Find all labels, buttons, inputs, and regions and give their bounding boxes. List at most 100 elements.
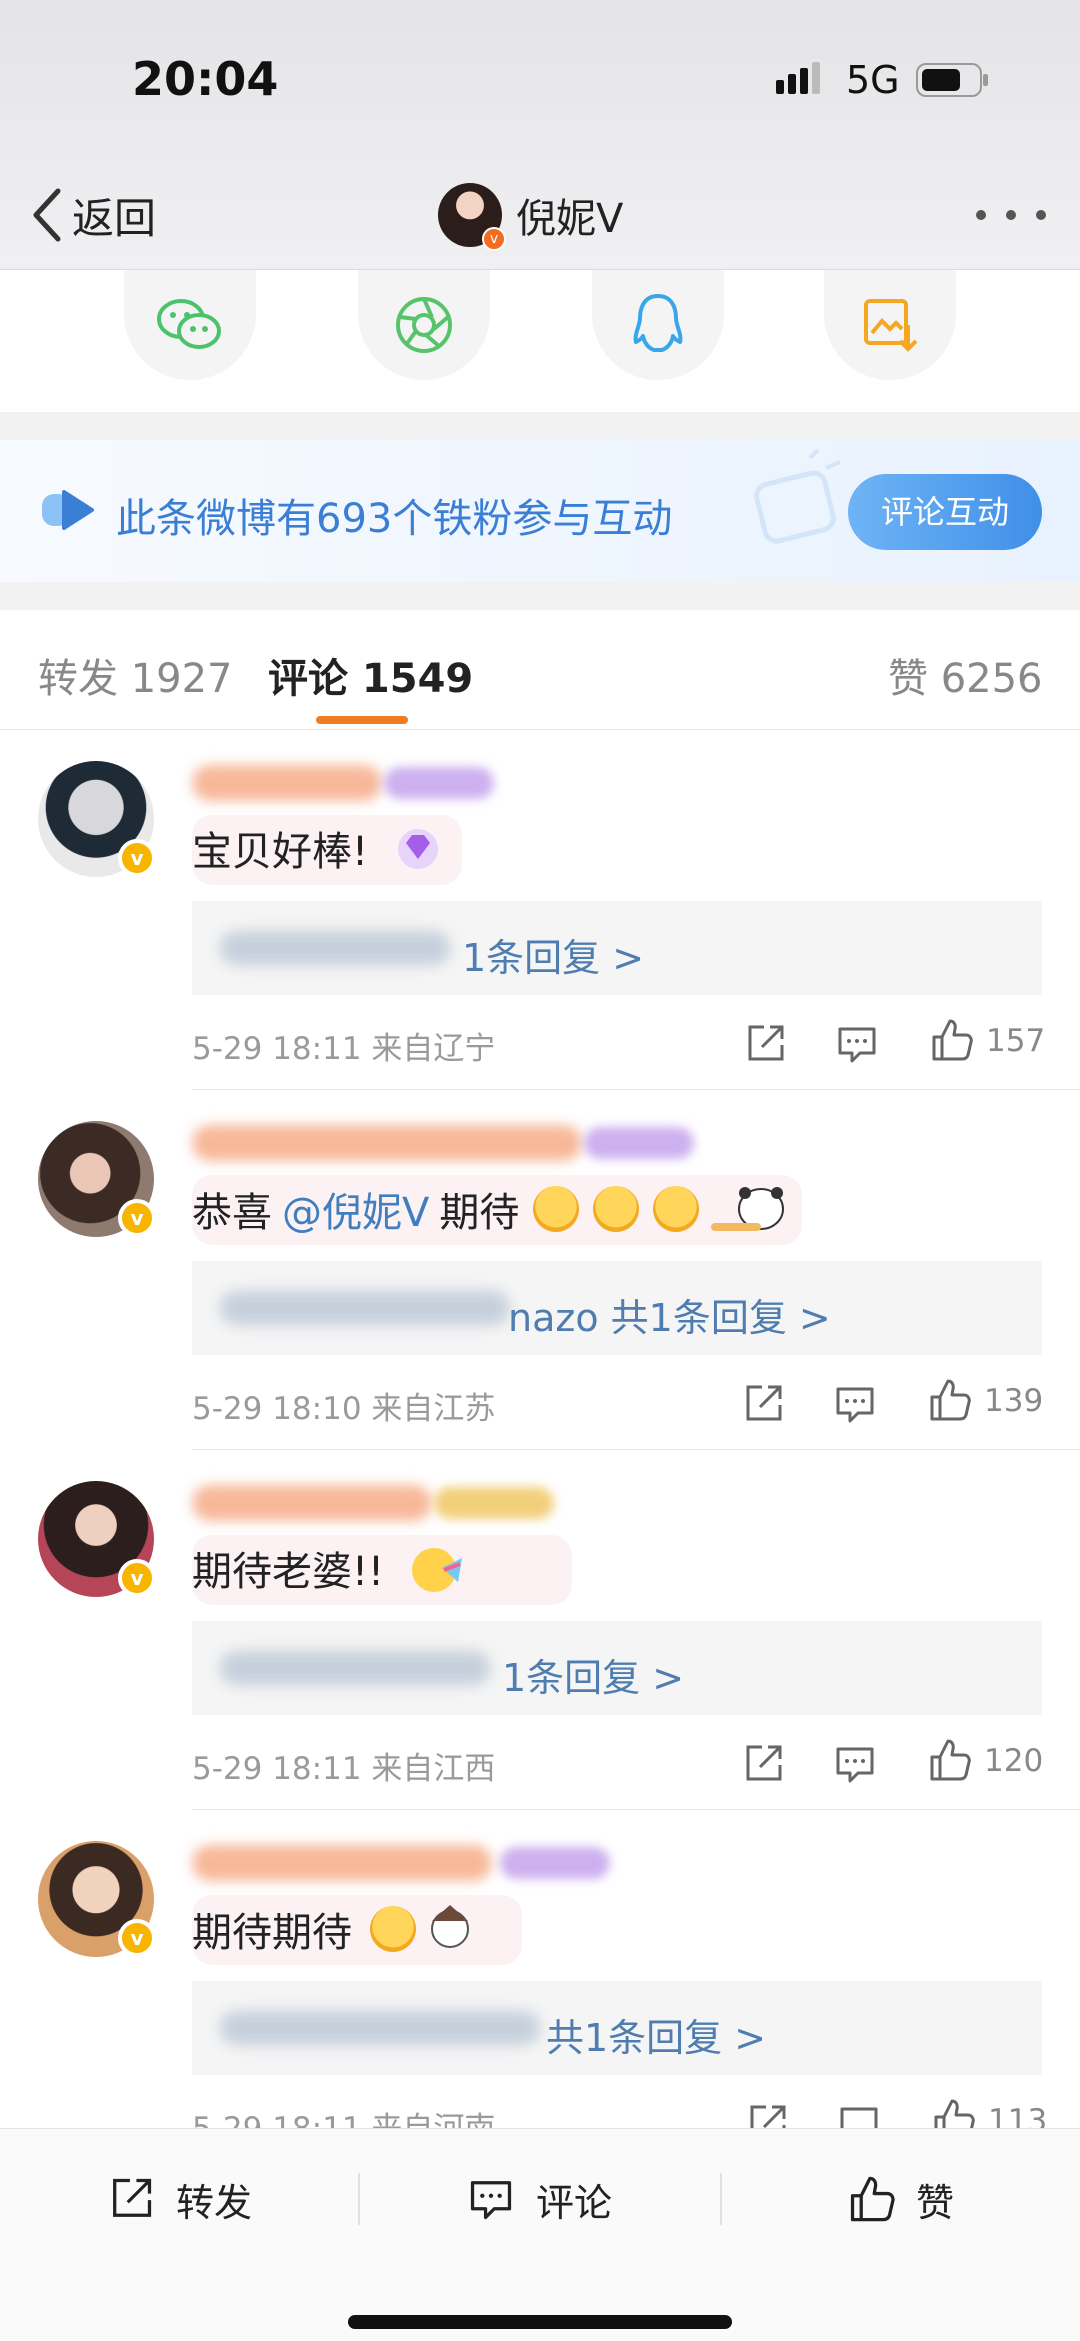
comment-meta: 5-29 18:11 来自河南 xyxy=(192,2103,495,2128)
verified-badge-icon: v xyxy=(118,1919,156,1957)
party-emoji-icon xyxy=(412,1548,463,1592)
section-gap xyxy=(0,412,1080,440)
home-indicator[interactable] xyxy=(348,2315,732,2329)
comment-button[interactable]: 评论 xyxy=(466,2159,612,2239)
reply-preview[interactable]: 1条回复 > xyxy=(192,901,1042,995)
like-label: 赞 xyxy=(916,2180,955,2225)
comment-text: 恭喜 @倪妮Ⅴ 期待 xyxy=(192,1179,801,1239)
username-blurred[interactable] xyxy=(192,1125,582,1161)
like-icon[interactable] xyxy=(926,1377,972,1423)
reply-preview[interactable]: nazo 共1条回复 > xyxy=(192,1261,1042,1355)
repost-icon[interactable] xyxy=(740,1741,786,1787)
blush-emoji-icon xyxy=(593,1186,640,1232)
divider xyxy=(192,1449,1080,1450)
comment-item: v 恭喜 @倪妮Ⅴ 期待 nazo 共1条回复 > 5-29 18:10 来自江… xyxy=(0,1091,1080,1451)
like-count: 120 xyxy=(984,1743,1044,1779)
dot-icon xyxy=(1006,210,1016,220)
repost-icon xyxy=(113,2178,152,2217)
battery-icon xyxy=(916,63,988,97)
reply-author-blurred xyxy=(220,931,450,965)
diamond-badge-icon xyxy=(398,829,439,869)
reply-preview[interactable]: 1条回复 > xyxy=(192,1621,1042,1715)
comment-meta: 5-29 18:11 来自辽宁 xyxy=(192,1031,496,1067)
repost-icon[interactable] xyxy=(742,1021,788,1067)
share-wechat-button[interactable] xyxy=(124,270,256,380)
reply-count-link: 共1条回复 > xyxy=(546,2016,767,2060)
back-button[interactable]: 返回 xyxy=(30,180,156,250)
network-label: 5G xyxy=(846,58,900,102)
status-time: 20:04 xyxy=(132,52,279,106)
fans-banner[interactable]: 此条微博有693个铁粉参与互动 评论互动 xyxy=(0,440,1080,582)
avatar: v xyxy=(438,183,506,251)
fan-badge xyxy=(434,1487,554,1519)
repost-icon[interactable] xyxy=(744,2101,790,2128)
cartoon-sticker-icon xyxy=(431,1905,469,1948)
comment-text: 期待期待 xyxy=(192,1899,480,1959)
fan-interaction-icon xyxy=(42,490,94,530)
like-icon[interactable] xyxy=(928,1017,974,1063)
reply-count-link: 1条回复 > xyxy=(462,936,645,980)
signal-icon xyxy=(776,62,820,94)
mention-link[interactable]: @倪妮Ⅴ xyxy=(282,1180,429,1238)
tab-likes[interactable]: 赞 6256 xyxy=(888,646,1043,704)
dot-icon xyxy=(1036,210,1046,220)
repost-icon[interactable] xyxy=(740,1381,786,1427)
comment-icon xyxy=(470,2181,512,2220)
fan-badge xyxy=(500,1847,610,1879)
username-blurred[interactable] xyxy=(192,765,382,801)
like-icon[interactable] xyxy=(926,1737,972,1783)
like-button[interactable]: 赞 xyxy=(846,2159,954,2239)
panda-sticker-icon xyxy=(711,1187,785,1231)
divider xyxy=(358,2173,360,2225)
comment-text-content: 期待老婆!! xyxy=(192,1549,385,1595)
fan-badge xyxy=(384,767,494,799)
page-title: 倪妮Ⅴ xyxy=(516,196,624,242)
blush-emoji-icon xyxy=(533,1186,580,1232)
nav-user[interactable]: v 倪妮Ⅴ xyxy=(438,172,623,258)
comment-text: 宝贝好棒! xyxy=(192,819,448,877)
like-count: 157 xyxy=(986,1023,1046,1059)
comment-icon[interactable] xyxy=(836,2101,882,2128)
tab-comments[interactable]: 评论 1549 xyxy=(268,646,473,704)
comment-item: v 期待期待 共1条回复 > 5-29 18:11 来自河南 113 xyxy=(0,1811,1080,2128)
comment-meta: 5-29 18:11 来自江西 xyxy=(192,1751,496,1787)
reply-preview[interactable]: 共1条回复 > xyxy=(192,1981,1042,2075)
like-icon[interactable] xyxy=(930,2097,976,2128)
status-bar: 20:04 5G xyxy=(0,0,1080,150)
happy-emoji-icon xyxy=(370,1906,416,1952)
fans-text: 此条微博有693个铁粉参与互动 xyxy=(116,496,673,542)
comment-meta: 5-29 18:10 来自江苏 xyxy=(192,1391,496,1427)
verified-badge-icon: v xyxy=(118,1199,156,1237)
share-row xyxy=(0,270,1080,410)
more-options-button[interactable] xyxy=(976,190,1046,240)
reply-author-blurred xyxy=(220,1291,510,1325)
like-count: 113 xyxy=(988,2103,1048,2128)
username-blurred[interactable] xyxy=(192,1845,492,1881)
wechat-icon xyxy=(157,299,221,349)
save-image-button[interactable] xyxy=(824,270,956,380)
comment-interaction-button[interactable]: 评论互动 xyxy=(848,474,1042,550)
tab-bar: 转发 1927 评论 1549 赞 6256 xyxy=(0,610,1080,730)
comment-text: 期待老婆!! xyxy=(192,1539,464,1597)
share-moments-button[interactable] xyxy=(358,270,490,380)
tab-reposts[interactable]: 转发 1927 xyxy=(38,646,233,704)
verified-badge-icon: v xyxy=(118,1559,156,1597)
comment-text-content: 期待 xyxy=(439,1190,520,1236)
repost-button[interactable]: 转发 xyxy=(106,2159,252,2239)
moments-icon xyxy=(396,297,452,353)
comment-text-content: 恭喜 xyxy=(192,1190,272,1236)
active-tab-indicator xyxy=(316,716,408,724)
verified-badge-icon: v xyxy=(118,839,156,877)
section-gap xyxy=(0,582,1080,610)
reply-author-blurred xyxy=(220,1651,490,1685)
bottom-action-bar: 转发 评论 赞 xyxy=(0,2128,1080,2341)
verified-badge-icon: v xyxy=(482,227,506,251)
share-qq-button[interactable] xyxy=(592,270,724,380)
username-blurred[interactable] xyxy=(192,1485,432,1521)
reply-count-link: nazo 共1条回复 > xyxy=(508,1296,831,1340)
like-icon xyxy=(850,2176,895,2222)
reply-author-blurred xyxy=(220,2011,540,2045)
comment-icon[interactable] xyxy=(832,1381,878,1427)
comment-icon[interactable] xyxy=(832,1741,878,1787)
comment-icon[interactable] xyxy=(834,1021,880,1067)
